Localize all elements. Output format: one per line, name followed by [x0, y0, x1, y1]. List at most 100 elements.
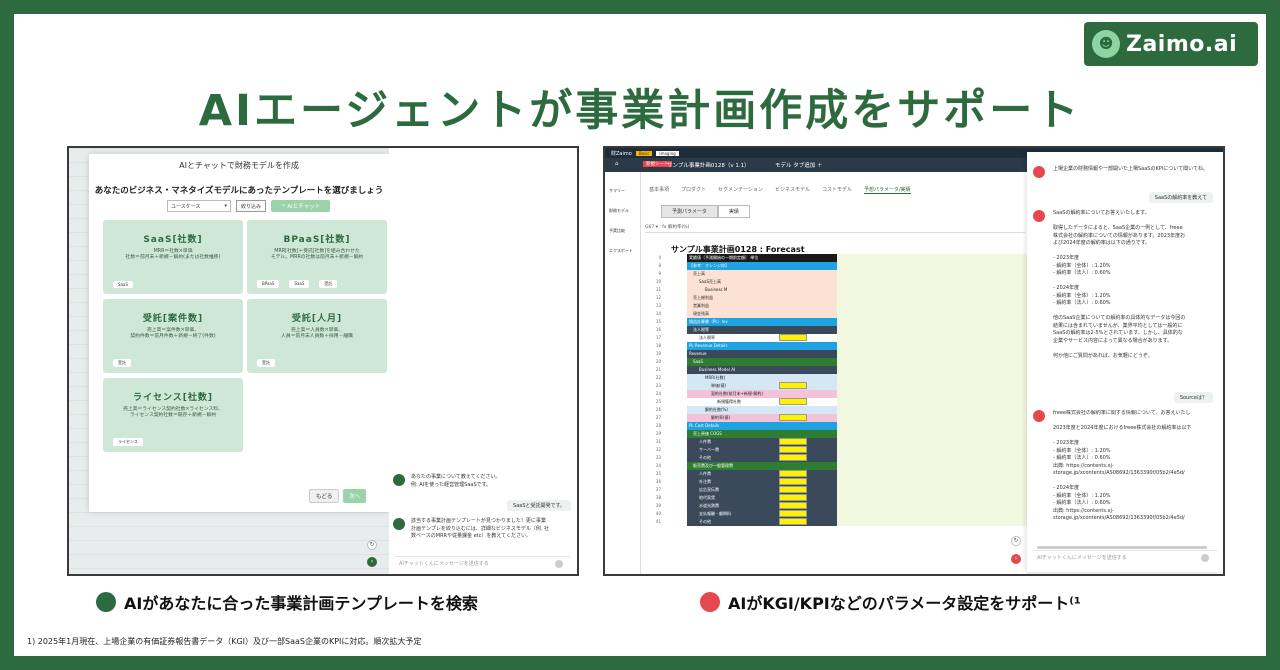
forecast-cells[interactable]: [837, 398, 1027, 406]
forecast-cells[interactable]: [837, 502, 1027, 510]
toggle-forecast-params[interactable]: 予測パラメータ: [661, 205, 718, 218]
input-cell[interactable]: [779, 454, 807, 461]
forecast-cells[interactable]: [837, 342, 1027, 350]
template-card-contract-manmonth[interactable]: 受託[人月] 売上高＝人員数×単価、 人員＝前月末人員数＋採用－離職 受託: [247, 299, 387, 373]
horizontal-scrollbar[interactable]: [1037, 546, 1207, 549]
forecast-cells[interactable]: [837, 374, 1027, 382]
forecast-cells[interactable]: [837, 302, 1027, 310]
forecast-cells[interactable]: [837, 326, 1027, 334]
sheet-row[interactable]: 39 水道光熱費: [647, 502, 1027, 510]
forecast-cells[interactable]: [837, 262, 1027, 270]
filter-button[interactable]: 絞り込み: [236, 200, 267, 212]
forecast-cells[interactable]: [837, 494, 1027, 502]
sheet-row[interactable]: 15 損益計算書（PL）Inv: [647, 318, 1027, 326]
forecast-cells[interactable]: [837, 430, 1027, 438]
chat-input[interactable]: AIチャットくんにメッセージを送信する: [1033, 550, 1217, 564]
sheet-row[interactable]: 10 SaaS売上高: [647, 278, 1027, 286]
usecase-select[interactable]: ユースケース ▾: [167, 200, 231, 212]
input-cell[interactable]: [779, 518, 807, 525]
forecast-cells[interactable]: [837, 518, 1027, 526]
sheet-row[interactable]: 19 Revenue: [647, 350, 1027, 358]
forecast-cells[interactable]: [837, 254, 1027, 262]
refresh-icon[interactable]: ↻: [367, 540, 377, 550]
sheet-row[interactable]: 27 解約率(値): [647, 414, 1027, 422]
input-cell[interactable]: [779, 438, 807, 445]
ai-chat-button[interactable]: ✧ AIとチャット: [271, 200, 331, 212]
forecast-cells[interactable]: [837, 390, 1027, 398]
subtab-segmentation[interactable]: セグメンテーション: [718, 186, 763, 194]
arrow-right-icon[interactable]: ›: [367, 557, 377, 567]
forecast-cells[interactable]: [837, 366, 1027, 374]
forecast-cells[interactable]: [837, 406, 1027, 414]
sheet-row[interactable]: 17 法人税率: [647, 334, 1027, 342]
next-button[interactable]: 次へ: [343, 489, 367, 503]
input-cell[interactable]: [779, 414, 807, 421]
forecast-cells[interactable]: [837, 334, 1027, 342]
input-cell[interactable]: [779, 398, 807, 405]
sidebar-item-comparison[interactable]: 予実比較: [609, 228, 625, 234]
forecast-cells[interactable]: [837, 382, 1027, 390]
sheet-row[interactable]: 36 外注費: [647, 478, 1027, 486]
sheet-row[interactable]: 35 人件費: [647, 470, 1027, 478]
sheet-row[interactable]: 34 販売費及び一般管理費: [647, 462, 1027, 470]
forecast-cells[interactable]: [837, 278, 1027, 286]
add-model-tab[interactable]: モデル タブ追加 ＋: [775, 161, 823, 169]
forecast-cells[interactable]: [837, 310, 1027, 318]
sheet-row[interactable]: 28 PL Cost Details: [647, 422, 1027, 430]
forecast-cells[interactable]: [837, 470, 1027, 478]
sheet-row[interactable]: 32 サーバー費: [647, 446, 1027, 454]
refresh-icon[interactable]: ↻: [1011, 536, 1021, 546]
sheet-row[interactable]: 29 売上原価 COGS: [647, 430, 1027, 438]
forecast-cells[interactable]: [837, 486, 1027, 494]
sheet-row[interactable]: 25 新規獲得社数: [647, 398, 1027, 406]
input-cell[interactable]: [779, 478, 807, 485]
sheet-row[interactable]: 16 法人税等: [647, 326, 1027, 334]
forecast-cells[interactable]: [837, 414, 1027, 422]
forecast-cells[interactable]: [837, 454, 1027, 462]
sheet-row[interactable]: 20 SaaS: [647, 358, 1027, 366]
sheet-row[interactable]: 22 MRR(社数): [647, 374, 1027, 382]
forecast-cells[interactable]: [837, 462, 1027, 470]
sheet-row[interactable]: 18 PL Revenue Details: [647, 342, 1027, 350]
file-tab[interactable]: サンプル事業計画0128（v 1.1）: [667, 161, 750, 169]
back-button[interactable]: もどる: [309, 489, 340, 503]
sidebar-item-summary[interactable]: サマリー: [609, 188, 625, 194]
forecast-cells[interactable]: [837, 446, 1027, 454]
forecast-cells[interactable]: [837, 294, 1027, 302]
sheet-row[interactable]: 33 その他: [647, 454, 1027, 462]
sheet-row[interactable]: 37 広告宣伝費: [647, 486, 1027, 494]
sidebar-item-financial-model[interactable]: 財務モデル: [609, 208, 629, 214]
forecast-cells[interactable]: [837, 350, 1027, 358]
toggle-actuals[interactable]: 実績: [717, 205, 750, 218]
home-icon[interactable]: ⌂: [615, 161, 619, 167]
subtab-basics[interactable]: 基本事項: [649, 186, 669, 194]
sheet-row[interactable]: 23 単価(値): [647, 382, 1027, 390]
subtab-business-model[interactable]: ビジネスモデル: [775, 186, 810, 194]
input-cell[interactable]: [779, 470, 807, 477]
forecast-cells[interactable]: [837, 422, 1027, 430]
forecast-cells[interactable]: [837, 438, 1027, 446]
input-cell[interactable]: [779, 510, 807, 517]
forecast-cells[interactable]: [837, 478, 1027, 486]
forecast-cells[interactable]: [837, 286, 1027, 294]
sheet-row[interactable]: 21 Business Model AI: [647, 366, 1027, 374]
input-cell[interactable]: [779, 494, 807, 501]
chat-input[interactable]: AIチャットくんにメッセージを送信する: [395, 556, 571, 570]
sheet-row[interactable]: 40 支払報酬・顧問料: [647, 510, 1027, 518]
sheet-row[interactable]: 9 売上高: [647, 270, 1027, 278]
forecast-cells[interactable]: [837, 358, 1027, 366]
subtab-forecast[interactable]: 予想パラメータ/実績: [863, 186, 911, 194]
send-icon[interactable]: [1201, 554, 1209, 562]
forecast-cells[interactable]: [837, 510, 1027, 518]
forecast-cells[interactable]: [837, 270, 1027, 278]
input-cell[interactable]: [779, 382, 807, 389]
arrow-right-icon[interactable]: ›: [1011, 554, 1021, 564]
sheet-row[interactable]: 12 売上総利益: [647, 294, 1027, 302]
subtab-cost-model[interactable]: コストモデル: [822, 186, 852, 194]
sheet-row[interactable]: 13 営業利益: [647, 302, 1027, 310]
template-card-license[interactable]: ライセンス[社数] 売上高＝ライセンス契約社数×ライセンス料、 ライセンス契約社…: [103, 378, 243, 452]
sheet-row[interactable]: 38 地代家賃: [647, 494, 1027, 502]
sheet-row[interactable]: 31 人件費: [647, 438, 1027, 446]
input-cell[interactable]: [779, 334, 807, 341]
subtab-product[interactable]: プロダクト: [681, 186, 706, 194]
